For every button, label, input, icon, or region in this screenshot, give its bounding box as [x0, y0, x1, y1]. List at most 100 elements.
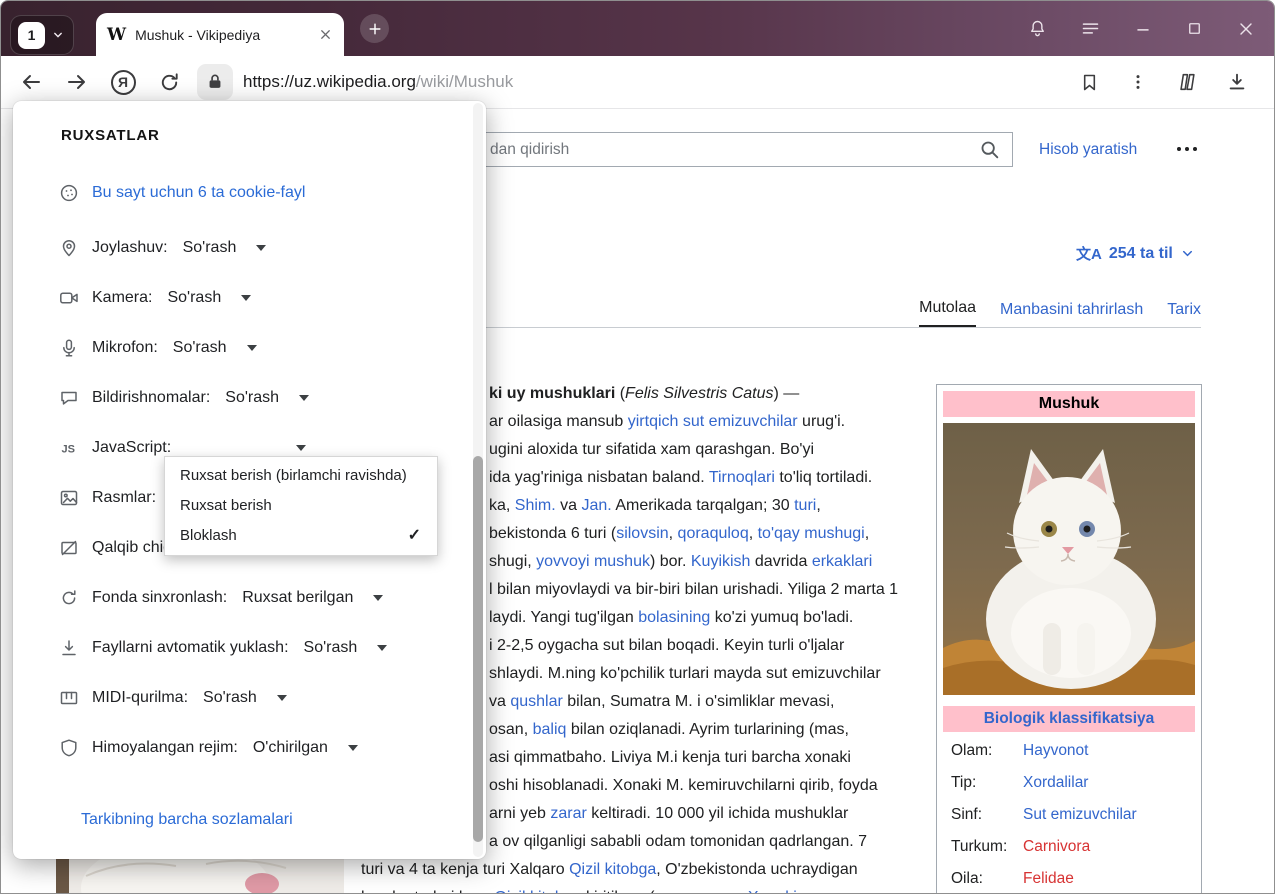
article-link[interactable]: yirtqich: [628, 413, 679, 430]
permission-value[interactable]: So'rash: [225, 389, 279, 407]
dropdown-arrow-icon[interactable]: [277, 695, 287, 701]
collections-icon[interactable]: [1176, 71, 1198, 93]
article-link[interactable]: Kuyikish: [691, 553, 751, 570]
article-text-segment: ,: [669, 525, 678, 542]
dropdown-arrow-icon[interactable]: [377, 645, 387, 651]
cat-photo[interactable]: [943, 423, 1195, 695]
article-text-segment: arni yeb: [489, 805, 550, 822]
article-link[interactable]: bolasining: [638, 609, 710, 626]
permission-label: Kamera:: [92, 289, 152, 307]
plus-icon: [367, 21, 383, 37]
dropdown-arrow-icon[interactable]: [256, 245, 266, 251]
window-controls: [1027, 18, 1256, 39]
tab-tarix[interactable]: Tarix: [1167, 301, 1201, 327]
article-link[interactable]: Tirnoqlari: [709, 469, 775, 486]
refresh-button[interactable]: [153, 66, 185, 98]
browser-window: 1 W Mushuk - Vikipediya Я: [0, 0, 1275, 894]
article-text-segment: asi qimmatbaho. Liviya M.i kenja turi ba…: [489, 749, 851, 766]
permission-value[interactable]: So'rash: [173, 339, 227, 357]
taxon-link[interactable]: Hayvonot: [1023, 742, 1088, 760]
bookmark-icon[interactable]: [1079, 72, 1100, 93]
tab-manbasini-tahrirlash[interactable]: Manbasini tahrirlash: [1000, 301, 1143, 327]
menu-option[interactable]: Bloklash✓: [165, 521, 437, 551]
address-bar[interactable]: https://uz.wikipedia.org/wiki/Mushuk: [243, 72, 513, 92]
article-link[interactable]: baliq: [533, 721, 567, 738]
article-link[interactable]: sut emizuvchilar: [683, 413, 798, 430]
article-link[interactable]: Qizil kitobga: [494, 889, 581, 894]
checkmark-icon: ✓: [408, 521, 421, 551]
more-menu-icon[interactable]: [1128, 72, 1148, 92]
dropdown-arrow-icon[interactable]: [299, 395, 309, 401]
location-icon: [59, 238, 79, 258]
dropdown-arrow-icon[interactable]: [241, 295, 251, 301]
back-button[interactable]: [15, 66, 47, 98]
scrollbar-thumb[interactable]: [473, 456, 483, 842]
panel-scrollbar[interactable]: [473, 103, 483, 857]
tab-mushuk[interactable]: W Mushuk - Vikipediya: [96, 13, 344, 56]
notifications-icon[interactable]: [1027, 18, 1048, 39]
permission-value[interactable]: Ruxsat berilgan: [242, 589, 353, 607]
permission-value[interactable]: So'rash: [203, 689, 257, 707]
article-link[interactable]: yovvoyi mushuk: [536, 553, 650, 570]
dropdown-arrow-icon[interactable]: [296, 445, 306, 451]
article-link[interactable]: qushlar: [510, 693, 562, 710]
yandex-search-icon[interactable]: Я: [107, 66, 139, 98]
article-link[interactable]: silovsin: [616, 525, 668, 542]
menu-option[interactable]: Ruxsat berish: [165, 491, 437, 521]
infobox-rows: Olam:HayvonotTip:XordalilarSinf:Sut emiz…: [943, 735, 1195, 894]
article-link[interactable]: erkaklari: [812, 553, 872, 570]
article-line: i 2-2,5 oygacha sut bilan boqadi. Keyin …: [489, 635, 844, 657]
minimize-button[interactable]: [1133, 19, 1153, 39]
maximize-button[interactable]: [1185, 19, 1204, 38]
article-link[interactable]: Qizil kitobga: [569, 861, 656, 878]
tab-mutolaa[interactable]: Mutolaa: [919, 299, 976, 327]
dropdown-arrow-icon[interactable]: [247, 345, 257, 351]
tab-group-chip[interactable]: 1: [10, 15, 74, 55]
infobox: Mushuk: [936, 384, 1202, 894]
dropdown-arrow-icon[interactable]: [373, 595, 383, 601]
article-text-segment: ka,: [489, 497, 515, 514]
article-link[interactable]: zarar: [550, 805, 586, 822]
forward-button[interactable]: [61, 66, 93, 98]
permission-value[interactable]: So'rash: [167, 289, 221, 307]
cookies-link[interactable]: Bu sayt uchun 6 ta cookie-fayl: [92, 184, 305, 202]
taxon-redlink[interactable]: Carnivora: [1023, 838, 1090, 856]
permission-value[interactable]: So'rash: [183, 239, 237, 257]
downloads-icon[interactable]: [1226, 71, 1248, 93]
site-permissions-button[interactable]: [197, 64, 233, 100]
article-link[interactable]: qoraquloq: [678, 525, 749, 542]
article-link[interactable]: Jan.: [582, 497, 612, 514]
language-selector[interactable]: 文A 254 ta til: [1076, 243, 1195, 264]
search-input[interactable]: dan qidirish: [401, 132, 1013, 167]
menu-icon[interactable]: [1080, 18, 1101, 39]
permission-label: Bildirishnomalar:: [92, 389, 210, 407]
menu-option[interactable]: Ruxsat berish (birlamchi ravishda): [165, 461, 437, 491]
article-line: osan, baliq bilan oziqlanadi. Ayrim turl…: [489, 719, 849, 741]
article-link[interactable]: Xonaki: [748, 889, 797, 894]
permission-value[interactable]: So'rash: [304, 639, 358, 657]
article-line: va qushlar bilan, Sumatra M. i o'simlikl…: [489, 691, 834, 713]
article-text-segment: ida yag'riniga nisbatan baland.: [489, 469, 709, 486]
article-text-segment: ar oilasiga mansub: [489, 413, 628, 430]
svg-text:JS: JS: [62, 444, 75, 456]
article-line: ki uy mushuklari (Felis Silvestris Catus…: [489, 383, 799, 405]
cookies-row: Bu sayt uchun 6 ta cookie-fayl: [59, 183, 305, 203]
close-button[interactable]: [1236, 19, 1256, 39]
article-link[interactable]: Shim.: [515, 497, 556, 514]
tab-close-icon[interactable]: [318, 27, 333, 42]
content-settings-link[interactable]: Tarkibning barcha sozlamalari: [81, 811, 293, 829]
article-tabs: Mutolaa Manbasini tahrirlash Tarix: [361, 295, 1201, 328]
article-link[interactable]: turi: [794, 497, 816, 514]
article-link[interactable]: to'qay mushugi: [758, 525, 865, 542]
more-options-icon[interactable]: [1177, 147, 1197, 151]
infobox-label: Olam:: [951, 742, 1023, 760]
create-account-link[interactable]: Hisob yaratish: [1039, 132, 1137, 167]
permission-row-sync: Fonda sinxronlash:Ruxsat berilgan: [59, 586, 383, 610]
search-icon[interactable]: [979, 139, 1001, 161]
new-tab-button[interactable]: [360, 14, 389, 43]
taxon-link[interactable]: Xordalilar: [1023, 774, 1088, 792]
permission-value[interactable]: O'chirilgan: [253, 739, 328, 757]
taxon-redlink[interactable]: Felidae: [1023, 870, 1074, 888]
taxon-link[interactable]: Sut emizuvchilar: [1023, 806, 1137, 824]
dropdown-arrow-icon[interactable]: [348, 745, 358, 751]
